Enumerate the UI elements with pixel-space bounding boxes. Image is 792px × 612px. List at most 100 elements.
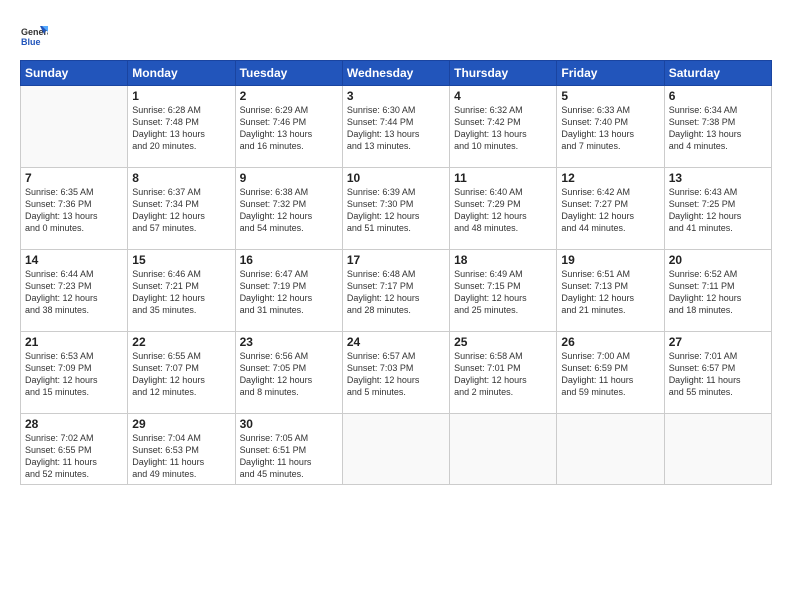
day-info: Sunrise: 6:49 AM Sunset: 7:15 PM Dayligh… bbox=[454, 268, 552, 317]
day-info: Sunrise: 7:00 AM Sunset: 6:59 PM Dayligh… bbox=[561, 350, 659, 399]
calendar-table: SundayMondayTuesdayWednesdayThursdayFrid… bbox=[20, 60, 772, 485]
weekday-header: Monday bbox=[128, 61, 235, 86]
day-info: Sunrise: 6:58 AM Sunset: 7:01 PM Dayligh… bbox=[454, 350, 552, 399]
day-number: 17 bbox=[347, 253, 445, 267]
calendar-cell: 9Sunrise: 6:38 AM Sunset: 7:32 PM Daylig… bbox=[235, 168, 342, 250]
day-number: 14 bbox=[25, 253, 123, 267]
calendar-cell: 19Sunrise: 6:51 AM Sunset: 7:13 PM Dayli… bbox=[557, 250, 664, 332]
weekday-header: Sunday bbox=[21, 61, 128, 86]
day-info: Sunrise: 6:43 AM Sunset: 7:25 PM Dayligh… bbox=[669, 186, 767, 235]
day-info: Sunrise: 6:30 AM Sunset: 7:44 PM Dayligh… bbox=[347, 104, 445, 153]
day-number: 9 bbox=[240, 171, 338, 185]
day-info: Sunrise: 6:56 AM Sunset: 7:05 PM Dayligh… bbox=[240, 350, 338, 399]
header: General Blue bbox=[20, 18, 772, 50]
day-number: 2 bbox=[240, 89, 338, 103]
day-info: Sunrise: 6:35 AM Sunset: 7:36 PM Dayligh… bbox=[25, 186, 123, 235]
day-number: 16 bbox=[240, 253, 338, 267]
day-number: 8 bbox=[132, 171, 230, 185]
day-number: 26 bbox=[561, 335, 659, 349]
calendar-cell: 30Sunrise: 7:05 AM Sunset: 6:51 PM Dayli… bbox=[235, 414, 342, 485]
logo: General Blue bbox=[20, 22, 52, 50]
calendar-row: 21Sunrise: 6:53 AM Sunset: 7:09 PM Dayli… bbox=[21, 332, 772, 414]
calendar-cell: 2Sunrise: 6:29 AM Sunset: 7:46 PM Daylig… bbox=[235, 86, 342, 168]
day-info: Sunrise: 7:02 AM Sunset: 6:55 PM Dayligh… bbox=[25, 432, 123, 481]
day-info: Sunrise: 7:01 AM Sunset: 6:57 PM Dayligh… bbox=[669, 350, 767, 399]
day-info: Sunrise: 6:33 AM Sunset: 7:40 PM Dayligh… bbox=[561, 104, 659, 153]
calendar-cell: 26Sunrise: 7:00 AM Sunset: 6:59 PM Dayli… bbox=[557, 332, 664, 414]
calendar-cell bbox=[664, 414, 771, 485]
calendar-cell: 10Sunrise: 6:39 AM Sunset: 7:30 PM Dayli… bbox=[342, 168, 449, 250]
day-info: Sunrise: 6:52 AM Sunset: 7:11 PM Dayligh… bbox=[669, 268, 767, 317]
day-number: 6 bbox=[669, 89, 767, 103]
calendar-header-row: SundayMondayTuesdayWednesdayThursdayFrid… bbox=[21, 61, 772, 86]
day-info: Sunrise: 6:39 AM Sunset: 7:30 PM Dayligh… bbox=[347, 186, 445, 235]
day-number: 3 bbox=[347, 89, 445, 103]
day-info: Sunrise: 6:47 AM Sunset: 7:19 PM Dayligh… bbox=[240, 268, 338, 317]
logo-icon: General Blue bbox=[20, 22, 48, 50]
calendar-cell: 8Sunrise: 6:37 AM Sunset: 7:34 PM Daylig… bbox=[128, 168, 235, 250]
day-info: Sunrise: 6:32 AM Sunset: 7:42 PM Dayligh… bbox=[454, 104, 552, 153]
calendar-cell: 5Sunrise: 6:33 AM Sunset: 7:40 PM Daylig… bbox=[557, 86, 664, 168]
day-info: Sunrise: 6:51 AM Sunset: 7:13 PM Dayligh… bbox=[561, 268, 659, 317]
day-info: Sunrise: 6:53 AM Sunset: 7:09 PM Dayligh… bbox=[25, 350, 123, 399]
day-info: Sunrise: 6:42 AM Sunset: 7:27 PM Dayligh… bbox=[561, 186, 659, 235]
calendar-cell: 14Sunrise: 6:44 AM Sunset: 7:23 PM Dayli… bbox=[21, 250, 128, 332]
calendar-cell: 25Sunrise: 6:58 AM Sunset: 7:01 PM Dayli… bbox=[450, 332, 557, 414]
day-number: 11 bbox=[454, 171, 552, 185]
calendar-row: 28Sunrise: 7:02 AM Sunset: 6:55 PM Dayli… bbox=[21, 414, 772, 485]
calendar-cell bbox=[21, 86, 128, 168]
page-container: General Blue SundayMondayTuesdayWednesda… bbox=[0, 0, 792, 612]
day-info: Sunrise: 6:37 AM Sunset: 7:34 PM Dayligh… bbox=[132, 186, 230, 235]
calendar-cell: 1Sunrise: 6:28 AM Sunset: 7:48 PM Daylig… bbox=[128, 86, 235, 168]
weekday-header: Tuesday bbox=[235, 61, 342, 86]
calendar-row: 7Sunrise: 6:35 AM Sunset: 7:36 PM Daylig… bbox=[21, 168, 772, 250]
day-info: Sunrise: 6:38 AM Sunset: 7:32 PM Dayligh… bbox=[240, 186, 338, 235]
day-info: Sunrise: 6:48 AM Sunset: 7:17 PM Dayligh… bbox=[347, 268, 445, 317]
day-number: 22 bbox=[132, 335, 230, 349]
calendar-cell: 13Sunrise: 6:43 AM Sunset: 7:25 PM Dayli… bbox=[664, 168, 771, 250]
calendar-cell: 23Sunrise: 6:56 AM Sunset: 7:05 PM Dayli… bbox=[235, 332, 342, 414]
calendar-cell: 12Sunrise: 6:42 AM Sunset: 7:27 PM Dayli… bbox=[557, 168, 664, 250]
day-info: Sunrise: 6:28 AM Sunset: 7:48 PM Dayligh… bbox=[132, 104, 230, 153]
calendar-cell: 28Sunrise: 7:02 AM Sunset: 6:55 PM Dayli… bbox=[21, 414, 128, 485]
calendar-cell bbox=[450, 414, 557, 485]
calendar-cell: 24Sunrise: 6:57 AM Sunset: 7:03 PM Dayli… bbox=[342, 332, 449, 414]
day-number: 1 bbox=[132, 89, 230, 103]
calendar-cell: 7Sunrise: 6:35 AM Sunset: 7:36 PM Daylig… bbox=[21, 168, 128, 250]
day-number: 28 bbox=[25, 417, 123, 431]
day-number: 18 bbox=[454, 253, 552, 267]
day-number: 15 bbox=[132, 253, 230, 267]
day-number: 20 bbox=[669, 253, 767, 267]
calendar-cell bbox=[342, 414, 449, 485]
day-number: 13 bbox=[669, 171, 767, 185]
calendar-row: 14Sunrise: 6:44 AM Sunset: 7:23 PM Dayli… bbox=[21, 250, 772, 332]
day-number: 10 bbox=[347, 171, 445, 185]
day-info: Sunrise: 6:55 AM Sunset: 7:07 PM Dayligh… bbox=[132, 350, 230, 399]
calendar-cell: 27Sunrise: 7:01 AM Sunset: 6:57 PM Dayli… bbox=[664, 332, 771, 414]
calendar-cell: 6Sunrise: 6:34 AM Sunset: 7:38 PM Daylig… bbox=[664, 86, 771, 168]
calendar-cell: 11Sunrise: 6:40 AM Sunset: 7:29 PM Dayli… bbox=[450, 168, 557, 250]
day-info: Sunrise: 6:34 AM Sunset: 7:38 PM Dayligh… bbox=[669, 104, 767, 153]
calendar-cell: 29Sunrise: 7:04 AM Sunset: 6:53 PM Dayli… bbox=[128, 414, 235, 485]
day-number: 4 bbox=[454, 89, 552, 103]
day-number: 12 bbox=[561, 171, 659, 185]
weekday-header: Friday bbox=[557, 61, 664, 86]
day-number: 23 bbox=[240, 335, 338, 349]
day-info: Sunrise: 6:44 AM Sunset: 7:23 PM Dayligh… bbox=[25, 268, 123, 317]
day-number: 19 bbox=[561, 253, 659, 267]
day-info: Sunrise: 6:46 AM Sunset: 7:21 PM Dayligh… bbox=[132, 268, 230, 317]
day-number: 7 bbox=[25, 171, 123, 185]
calendar-cell: 3Sunrise: 6:30 AM Sunset: 7:44 PM Daylig… bbox=[342, 86, 449, 168]
day-number: 29 bbox=[132, 417, 230, 431]
calendar-cell: 16Sunrise: 6:47 AM Sunset: 7:19 PM Dayli… bbox=[235, 250, 342, 332]
day-number: 21 bbox=[25, 335, 123, 349]
calendar-cell: 4Sunrise: 6:32 AM Sunset: 7:42 PM Daylig… bbox=[450, 86, 557, 168]
day-number: 5 bbox=[561, 89, 659, 103]
svg-text:Blue: Blue bbox=[21, 37, 41, 47]
day-info: Sunrise: 6:57 AM Sunset: 7:03 PM Dayligh… bbox=[347, 350, 445, 399]
calendar-cell: 20Sunrise: 6:52 AM Sunset: 7:11 PM Dayli… bbox=[664, 250, 771, 332]
weekday-header: Saturday bbox=[664, 61, 771, 86]
calendar-row: 1Sunrise: 6:28 AM Sunset: 7:48 PM Daylig… bbox=[21, 86, 772, 168]
weekday-header: Wednesday bbox=[342, 61, 449, 86]
calendar-cell: 21Sunrise: 6:53 AM Sunset: 7:09 PM Dayli… bbox=[21, 332, 128, 414]
